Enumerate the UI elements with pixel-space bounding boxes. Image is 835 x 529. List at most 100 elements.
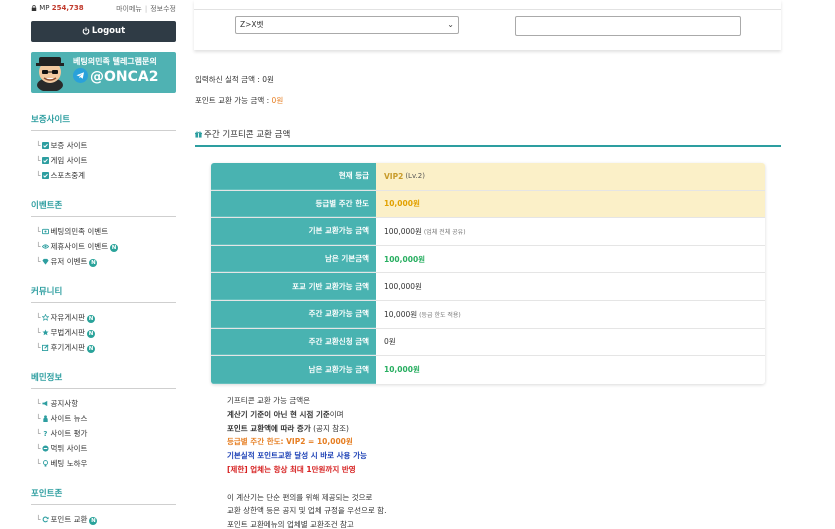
menu-item-site-rating[interactable]: └? 사이트 평가 <box>36 428 87 439</box>
menu-item-user-event[interactable]: └ 유저 이벤트 N <box>36 256 98 267</box>
row-label: 등급별 주간 한도 <box>211 190 376 218</box>
menu-item-label: 사이트 평가 <box>50 429 88 438</box>
menu-item-label: 사이트 뉴스 <box>50 414 88 423</box>
menu-item-free-board[interactable]: └ 자유게시판 N <box>36 312 96 323</box>
row-label: 주간 교환신청 금액 <box>211 328 376 356</box>
telegram-banner[interactable]: 베팅의민족 텔레그램문의 @ONCA2 <box>31 52 176 93</box>
table-row: 현재 등급 VIP2 (Lv.2) <box>211 163 765 191</box>
menu-item-point-exchange[interactable]: └ 포인트 교환 N <box>36 514 98 525</box>
menu-item-betting-tips[interactable]: └ 베팅 노하우 <box>36 458 87 469</box>
tree-elbow: └ <box>36 242 41 251</box>
notes-block: 기프티콘 교환 가능 금액은 계산기 기준이 아닌 현 시점 기준이며 포인트 … <box>227 394 386 529</box>
menu-item-scam-site[interactable]: └ 먹튀 사이트 <box>36 443 87 454</box>
menu-item-label: 자유게시판 <box>50 313 86 322</box>
table-row: 기본 교환가능 금액 100,000원 (업체 전체 공유) <box>211 218 765 246</box>
menu-item-notice[interactable]: └ 공지사항 <box>36 398 78 409</box>
menu-item-label: 베팅의민족 이벤트 <box>50 227 109 236</box>
note-restriction: [제한] 업체는 항상 최대 1만원까지 반영 <box>227 464 356 474</box>
referral-amount-value: 100,000원 <box>384 282 422 292</box>
menu-item-label: 보증 사이트 <box>50 141 88 150</box>
bulb-icon <box>42 460 48 467</box>
telegram-icon <box>73 68 88 83</box>
power-icon <box>82 27 90 35</box>
row-label: 기본 교환가능 금액 <box>211 218 376 245</box>
section-title-info: 베민정보 <box>31 373 63 383</box>
note-line: 포인트 교환액에 따라 증가 (공지 참조) <box>227 422 386 436</box>
divider: | <box>144 5 148 13</box>
base-amount-value: 100,000원 <box>384 226 422 236</box>
menu-item-betting-event[interactable]: └ 베팅의민족 이벤트 <box>36 226 108 237</box>
minus-circle-icon <box>41 445 49 452</box>
tree-elbow: └ <box>36 414 41 423</box>
weekly-amount-note: (등급 한도 적용) <box>419 311 461 319</box>
row-label: 현재 등급 <box>211 163 376 190</box>
menu-item-lawless-board[interactable]: └ 무법게시판 N <box>36 327 96 338</box>
menu-item-label: 먹튀 사이트 <box>50 444 88 453</box>
tree-elbow: └ <box>36 515 41 524</box>
tree-elbow: └ <box>36 156 41 165</box>
site-select[interactable]: Z>X벳 ⌄ <box>235 16 459 34</box>
note-line: 교환 상한액 등은 공지 및 업체 규정을 우선으로 함. <box>227 506 387 516</box>
table-row: 주간 교환신청 금액 0원 <box>211 328 765 357</box>
eye-icon <box>41 244 49 249</box>
section-divider <box>31 216 176 217</box>
table-row: 남은 교환가능 금액 10,000원 <box>211 356 765 384</box>
mascot-icon <box>36 57 64 91</box>
remaining-amount-value: 10,000원 <box>384 365 420 375</box>
new-badge: N <box>89 517 98 525</box>
site-select-value: Z>X벳 <box>240 20 264 29</box>
menu-item-partner-event[interactable]: └ 제휴사이트 이벤트 N <box>36 241 119 252</box>
tree-elbow: └ <box>36 444 41 453</box>
deposit-amount-line: 입력하신 실적 금액 : 0원 <box>195 74 274 85</box>
point-value: 0원 <box>271 96 284 105</box>
tree-elbow: └ <box>36 141 41 150</box>
table-row: 주간 교환가능 금액 10,000원 (등급 한도 적용) <box>211 300 765 329</box>
row-value: 10,000원 <box>376 190 765 218</box>
requested-amount-value: 0원 <box>384 337 396 347</box>
menu-item-label: 유저 이벤트 <box>50 257 88 266</box>
check-icon <box>41 142 49 149</box>
ticket-icon <box>41 228 49 235</box>
refresh-icon <box>42 516 49 523</box>
logout-button[interactable]: Logout <box>31 21 176 42</box>
section-divider <box>31 302 176 303</box>
row-value: VIP2 (Lv.2) <box>376 163 765 190</box>
menu-item-guarantee-site[interactable]: └ 보증 사이트 <box>36 140 87 151</box>
note-bold: 계산기 기준이 아닌 현 시점 기준 <box>227 409 330 419</box>
my-menu-link[interactable]: 마이메뉴 <box>116 5 142 13</box>
tree-elbow: └ <box>36 313 41 322</box>
check-icon <box>41 157 49 164</box>
row-value: 100,000원 (업체 전체 공유) <box>376 218 765 245</box>
row-label: 주간 교환가능 금액 <box>211 300 376 328</box>
row-value: 100,000원 <box>376 245 765 273</box>
section-divider <box>31 388 176 389</box>
panel-divider <box>194 9 781 10</box>
menu-item-label: 후기게시판 <box>50 343 86 352</box>
edit-info-link[interactable]: 정보수정 <box>150 5 176 13</box>
section-divider <box>31 130 176 131</box>
question-icon: ? <box>43 430 47 437</box>
new-badge: N <box>89 259 98 267</box>
note-text: (공지 참조) <box>310 423 349 433</box>
mp-label: MP <box>39 4 50 12</box>
note-line: 포인트 교환메뉴의 업체별 교환조건 참고 <box>227 520 354 529</box>
row-value: 100,000원 <box>376 273 765 300</box>
section-title-community: 커뮤니티 <box>31 287 63 297</box>
lock-icon <box>31 5 37 11</box>
grade-value: VIP2 <box>384 171 404 181</box>
menu-item-site-news[interactable]: └ 사이트 뉴스 <box>36 413 87 424</box>
amount-input[interactable] <box>515 16 741 36</box>
point-label: 포인트 교환 가능 금액 : <box>195 96 272 105</box>
star-icon <box>41 314 49 321</box>
chevron-down-icon: ⌄ <box>447 20 454 29</box>
menu-item-game-site[interactable]: └ 게임 사이트 <box>36 155 87 166</box>
menu-item-review-board[interactable]: └ 후기게시판 N <box>36 342 96 353</box>
note-text: 이며 <box>329 409 344 419</box>
menu-item-label: 공지사항 <box>50 399 79 408</box>
menu-item-label: 게임 사이트 <box>50 156 88 165</box>
new-badge: N <box>87 315 96 323</box>
new-badge: N <box>110 244 119 252</box>
row-label: 남은 기본금액 <box>211 245 376 273</box>
menu-item-label: 무법게시판 <box>50 328 86 337</box>
menu-item-sports[interactable]: └ 스포츠중계 <box>36 170 85 181</box>
